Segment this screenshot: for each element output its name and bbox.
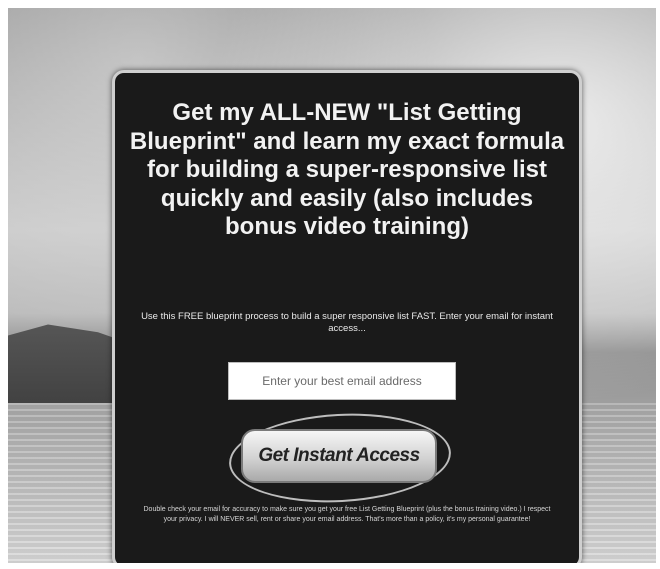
get-instant-access-button[interactable]: Get Instant Access xyxy=(241,429,437,483)
optin-panel: Get my ALL-NEW "List Getting Blueprint" … xyxy=(112,70,582,563)
email-input[interactable] xyxy=(228,362,456,400)
subtext: Use this FREE blueprint process to build… xyxy=(141,311,553,334)
background-photo: Get my ALL-NEW "List Getting Blueprint" … xyxy=(8,8,656,563)
headline: Get my ALL-NEW "List Getting Blueprint" … xyxy=(129,99,565,240)
privacy-disclaimer: Double check your email for accuracy to … xyxy=(143,506,551,523)
